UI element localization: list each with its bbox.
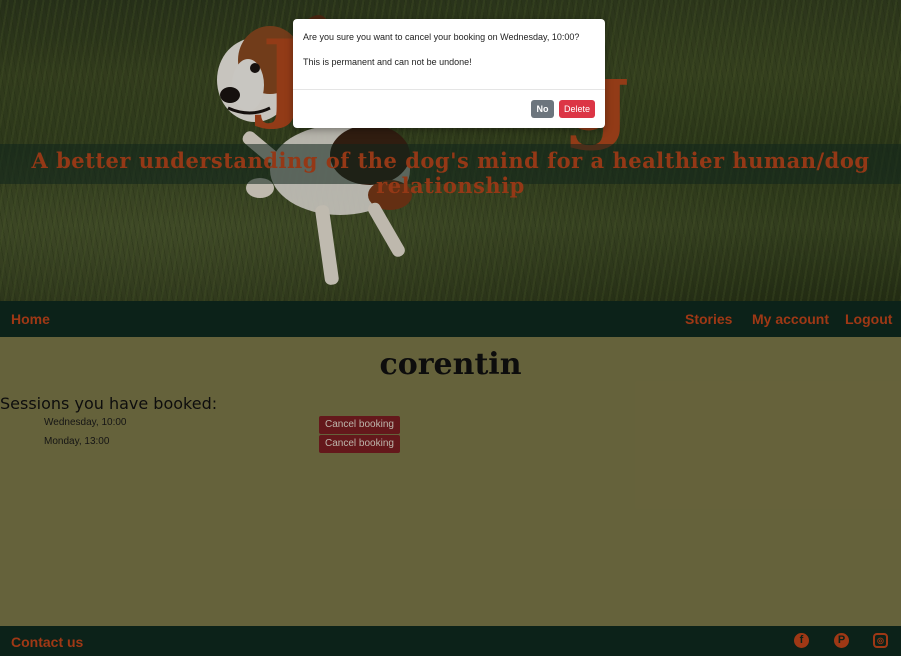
no-button[interactable]: No xyxy=(531,100,554,118)
dialog-warning: This is permanent and can not be undone! xyxy=(303,57,472,67)
dialog-message: Are you sure you want to cancel your boo… xyxy=(303,32,580,42)
dialog-divider xyxy=(293,89,605,90)
confirm-cancel-dialog: Are you sure you want to cancel your boo… xyxy=(293,19,605,128)
delete-button[interactable]: Delete xyxy=(559,100,595,118)
